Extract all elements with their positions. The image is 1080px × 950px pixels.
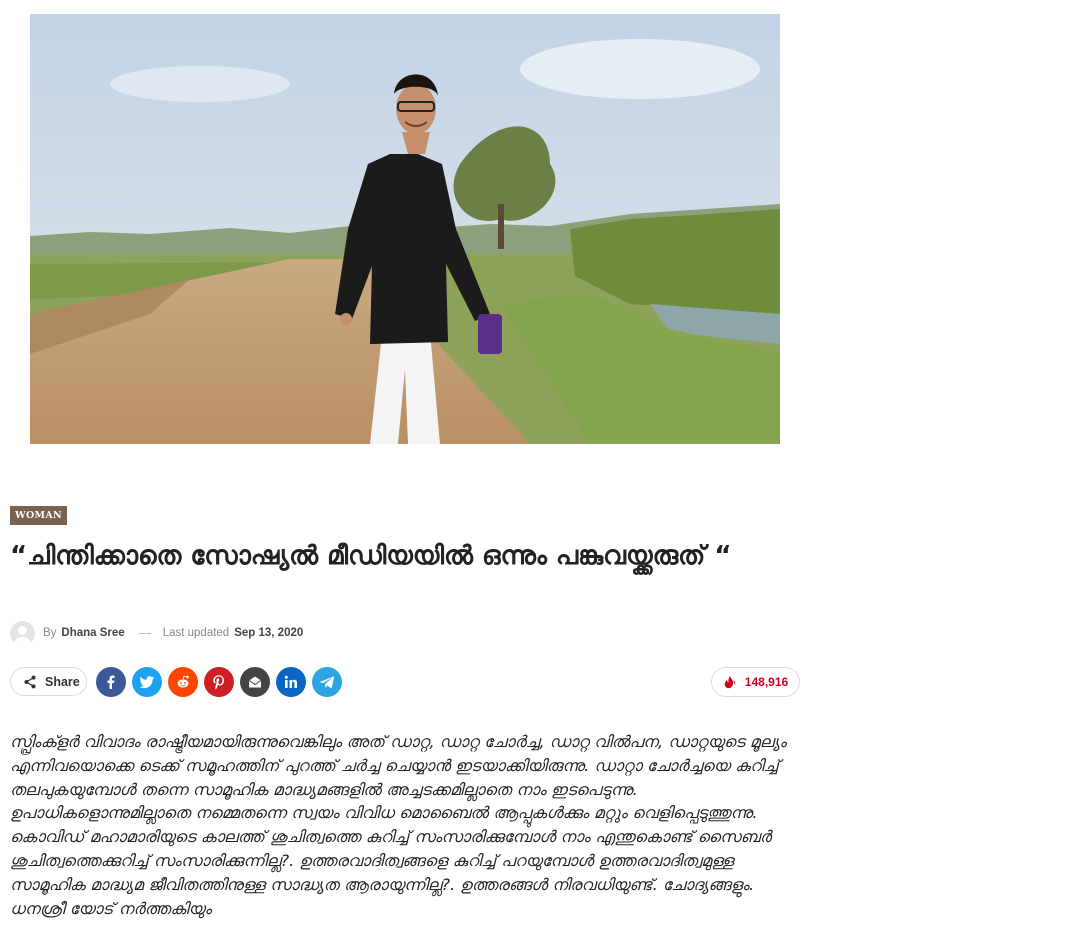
share-reddit-button[interactable] xyxy=(168,667,198,697)
share-button[interactable]: Share xyxy=(10,667,87,696)
view-count: 148,916 xyxy=(744,675,789,689)
author-name[interactable]: Dhana Sree xyxy=(61,627,124,639)
share-telegram-button[interactable] xyxy=(312,667,342,697)
share-pinterest-button[interactable] xyxy=(204,667,234,697)
last-updated-label: Last updated xyxy=(162,627,230,639)
author-prefix: By xyxy=(43,627,57,639)
reddit-icon xyxy=(177,675,189,688)
twitter-icon xyxy=(139,676,154,689)
meta-divider xyxy=(138,632,151,634)
linkedin-icon xyxy=(284,675,297,688)
article-featured-image xyxy=(30,14,780,444)
fire-icon xyxy=(724,675,736,689)
article-meta: By Dhana Sree Last updated Sep 13, 2020 xyxy=(10,620,303,646)
category-badge[interactable]: WOMAN xyxy=(10,506,68,525)
featured-photo xyxy=(30,14,780,444)
email-icon xyxy=(248,676,262,688)
share-facebook-button[interactable] xyxy=(96,667,126,697)
share-twitter-button[interactable] xyxy=(132,667,162,697)
last-updated-date: Sep 13, 2020 xyxy=(234,627,304,639)
article-body-paragraph: സ്പ്രിംക്ളർ വിവാദം രാഷ്ട്രീയമായിരുന്നുവെ… xyxy=(10,732,787,918)
pinterest-icon xyxy=(213,675,224,690)
share-email-button[interactable] xyxy=(240,667,270,697)
share-bar: Share 148,916 xyxy=(10,664,800,700)
share-label: Share xyxy=(45,674,80,689)
article-title: “ചിന്തിക്കാതെ സോഷ്യൽ മീഡിയയിൽ ഒന്നും പങ്… xyxy=(10,541,732,571)
telegram-icon xyxy=(319,676,335,689)
author-avatar[interactable] xyxy=(10,620,35,646)
view-count-badge: 148,916 xyxy=(711,667,800,697)
facebook-icon xyxy=(107,675,115,689)
share-icon xyxy=(24,675,36,688)
share-linkedin-button[interactable] xyxy=(276,667,306,697)
